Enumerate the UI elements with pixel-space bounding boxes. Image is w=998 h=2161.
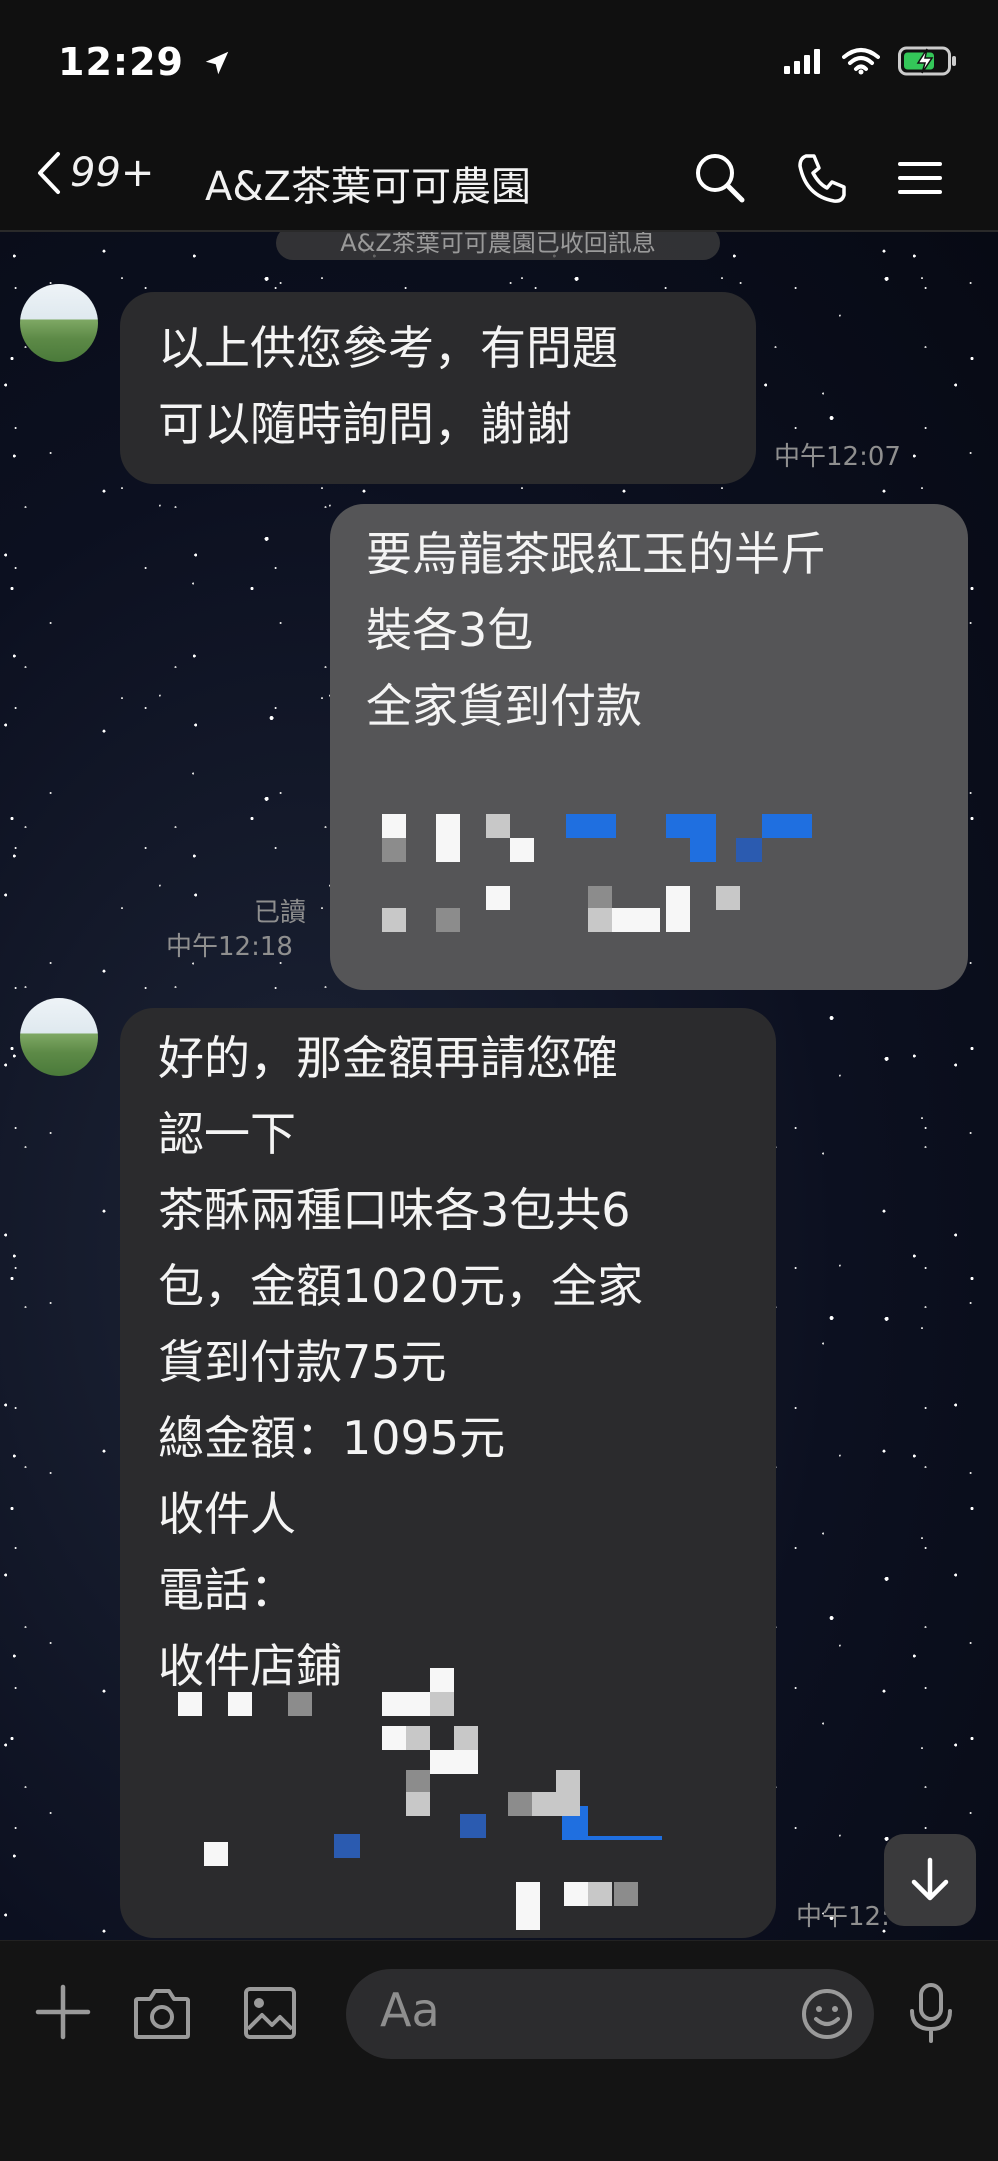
chevron-left-icon xyxy=(38,152,60,194)
outgoing-message-bubble[interactable]: 要烏龍茶跟紅玉的半斤 裝各3包 全家貨到付款 xyxy=(330,504,968,990)
plus-icon[interactable] xyxy=(34,1983,92,2041)
camera-icon[interactable] xyxy=(132,1985,192,2041)
status-time: 12:29 xyxy=(58,40,232,84)
phone-call-icon[interactable] xyxy=(794,150,850,206)
message-input-placeholder: Aa xyxy=(380,1983,440,2037)
contact-avatar[interactable] xyxy=(20,998,98,1076)
scroll-to-bottom-button[interactable] xyxy=(884,1834,976,1926)
chat-header: 99+ A&Z茶葉可可農園 xyxy=(0,130,998,232)
status-icons xyxy=(784,46,958,76)
chat-title: A&Z茶葉可可農園 xyxy=(205,164,531,210)
message-timestamp: 中午12:18 xyxy=(166,932,293,962)
unread-count: 99+ xyxy=(70,150,155,196)
message-line: 要烏龍茶跟紅玉的半斤 xyxy=(366,527,826,581)
search-icon[interactable] xyxy=(692,150,748,206)
arrow-down-icon xyxy=(911,1857,949,1901)
message-line: 可以隨時詢問，謝謝 xyxy=(158,397,572,451)
recall-notice: A&Z茶葉可可農園已收回訊息 xyxy=(276,232,720,260)
message-line: 以上供您參考，有問題 xyxy=(158,321,618,375)
location-arrow-icon xyxy=(205,51,229,75)
image-gallery-icon[interactable] xyxy=(242,1985,298,2041)
message-input[interactable]: Aa xyxy=(346,1969,874,2059)
battery-charging-icon xyxy=(898,46,956,76)
clock-text: 12:29 xyxy=(58,40,184,84)
wifi-icon xyxy=(842,48,880,75)
cellular-signal-icon xyxy=(784,49,820,74)
message-timestamp: 中午12:07 xyxy=(774,442,901,472)
message-line: 全家貨到付款 xyxy=(366,679,642,733)
message-timestamp: 中午12: xyxy=(796,1902,890,1932)
redacted-pixelation xyxy=(330,804,850,954)
status-bar: 12:29 xyxy=(0,0,998,130)
menu-icon[interactable] xyxy=(896,150,944,206)
redacted-pixelation xyxy=(120,1668,776,1938)
contact-avatar[interactable] xyxy=(20,284,98,362)
message-composer: Aa xyxy=(0,1940,998,2161)
back-button[interactable]: 99+ xyxy=(34,148,154,198)
chat-area[interactable]: A&Z茶葉可可農園已收回訊息 以上供您參考，有問題 可以隨時詢問，謝謝 中午12… xyxy=(0,232,998,1940)
message-line: 裝各3包 xyxy=(366,603,534,657)
microphone-icon[interactable] xyxy=(904,1981,958,2045)
incoming-message-bubble[interactable]: 以上供您參考，有問題 可以隨時詢問，謝謝 xyxy=(120,292,756,484)
read-receipt: 已讀 xyxy=(254,898,307,928)
emoji-icon[interactable] xyxy=(800,1987,854,2041)
